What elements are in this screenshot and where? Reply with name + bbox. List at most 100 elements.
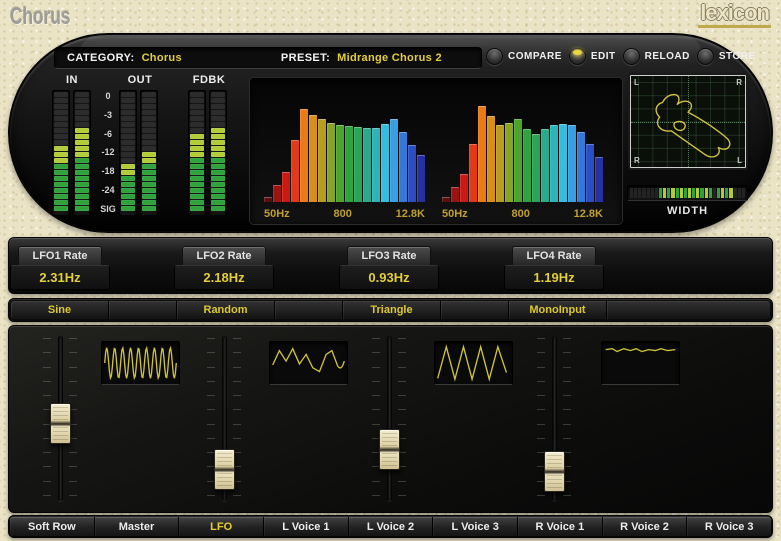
compare-button[interactable] [486,48,503,65]
lfo3-rate-label: LFO3 Rate [347,246,431,265]
meter-segment [190,122,204,127]
edit-button[interactable] [569,48,586,65]
page-tab-bar: Soft RowMasterLFOL Voice 1L Voice 2L Voi… [8,515,773,538]
display-panel: CATEGORY: Chorus PRESET: Midrange Chorus… [8,33,773,233]
waveform-select-monoinput[interactable]: MonoInput [509,301,607,319]
spectrum-bar [354,127,362,202]
category-value[interactable]: Chorus [142,52,182,64]
waveform-label: Random [204,304,248,316]
meter-segment [211,158,225,163]
lfo1-rate-value[interactable]: 2.31Hz [10,265,110,290]
spectrum-bar [586,144,594,202]
spectrum-bars [442,98,603,202]
tick-mark [537,495,545,496]
tick-mark [233,338,241,339]
tab-lfo[interactable]: LFO [179,517,264,536]
meter-segment [190,110,204,115]
width-label: WIDTH [627,205,748,217]
waveform-select-random[interactable]: Random [177,301,275,319]
meter-segment [211,116,225,121]
width-segment [680,188,683,198]
fader-track-3[interactable] [387,336,392,501]
width-segment [729,188,732,198]
header-buttons: COMPAREEDITRELOADSTORE [486,48,756,65]
tick-mark [207,381,215,382]
lfo4-rate-value[interactable]: 1.19Hz [504,265,604,290]
lfo4-rate-label: LFO4 Rate [512,246,596,265]
meter-segment [54,122,68,127]
tab-r-voice-1[interactable]: R Voice 1 [518,517,603,536]
spectrum-bar [532,134,540,202]
width-segment [692,188,695,198]
reload-button[interactable] [623,48,640,65]
meter-label-out: OUT [119,74,161,86]
spectrum-bar [300,109,308,202]
tick-mark [69,381,77,382]
meter-segment [211,170,225,175]
gonio-corner-label: L [737,156,742,165]
meter-segment [142,134,156,139]
tick-mark [372,352,380,353]
tab-l-voice-2[interactable]: L Voice 2 [349,517,434,536]
tab-r-voice-3[interactable]: R Voice 3 [687,517,771,536]
meter-segment [121,104,135,109]
fader-handle-3[interactable] [379,429,400,470]
meter-segment [75,98,89,103]
spectrum-bar [273,185,281,202]
meter-segment [211,128,225,133]
tick-mark [372,495,380,496]
tick-mark [537,367,545,368]
waveform-select-triangle[interactable]: Triangle [343,301,441,319]
meter-segment [142,188,156,193]
meter-segment [121,188,135,193]
tab-l-voice-3[interactable]: L Voice 3 [433,517,518,536]
tab-r-voice-2[interactable]: R Voice 2 [603,517,688,536]
meter-segment [190,92,204,97]
strip-segment [607,301,770,319]
tick-mark [207,424,215,425]
spectrum-bar [460,174,468,202]
width-segment [659,188,662,198]
tab-master[interactable]: Master [95,517,180,536]
tick-mark [563,424,571,425]
tab-soft-row[interactable]: Soft Row [10,517,95,536]
meter-segment [211,134,225,139]
spectrum-bar [577,132,585,202]
lfo1-rate-cell: LFO1 Rate2.31Hz [10,246,110,290]
width-segment [642,188,645,198]
meter-segment [121,146,135,151]
meter-segment [121,176,135,181]
preset-bar: CATEGORY: Chorus PRESET: Midrange Chorus… [54,47,482,69]
tick-mark [398,409,406,410]
width-segment [638,188,641,198]
store-button[interactable] [697,48,714,65]
meter-segment [211,98,225,103]
lfo3-rate-value[interactable]: 0.93Hz [339,265,439,290]
meter-segment [142,104,156,109]
preset-value[interactable]: Midrange Chorus 2 [337,52,442,64]
tick-mark [372,338,380,339]
spectrum-bar [514,119,522,202]
lfo2-rate-value[interactable]: 2.18Hz [174,265,274,290]
fader-handle-4[interactable] [544,451,565,492]
waveform-select-sine[interactable]: Sine [11,301,109,319]
spectrum-bar [309,115,317,202]
tab-l-voice-1[interactable]: L Voice 1 [264,517,349,536]
meter-segment [190,206,204,211]
spectrum-freq-labels: 50Hz80012.8K [264,208,425,220]
spectrum-bar [282,172,290,202]
fader-handle-1[interactable] [50,403,71,444]
width-segment [651,188,654,198]
tick-mark [372,367,380,368]
freq-label: 800 [333,208,351,220]
tick-mark [69,395,77,396]
spectrum-bar [469,144,477,202]
tick-mark [398,352,406,353]
spectrum-bar [451,187,459,202]
meter-segment [211,206,225,211]
meter-segment [190,128,204,133]
fader-handle-2[interactable] [214,449,235,490]
scale-label: 0 [105,92,110,101]
meter-segment [190,146,204,151]
width-segment [630,188,633,198]
